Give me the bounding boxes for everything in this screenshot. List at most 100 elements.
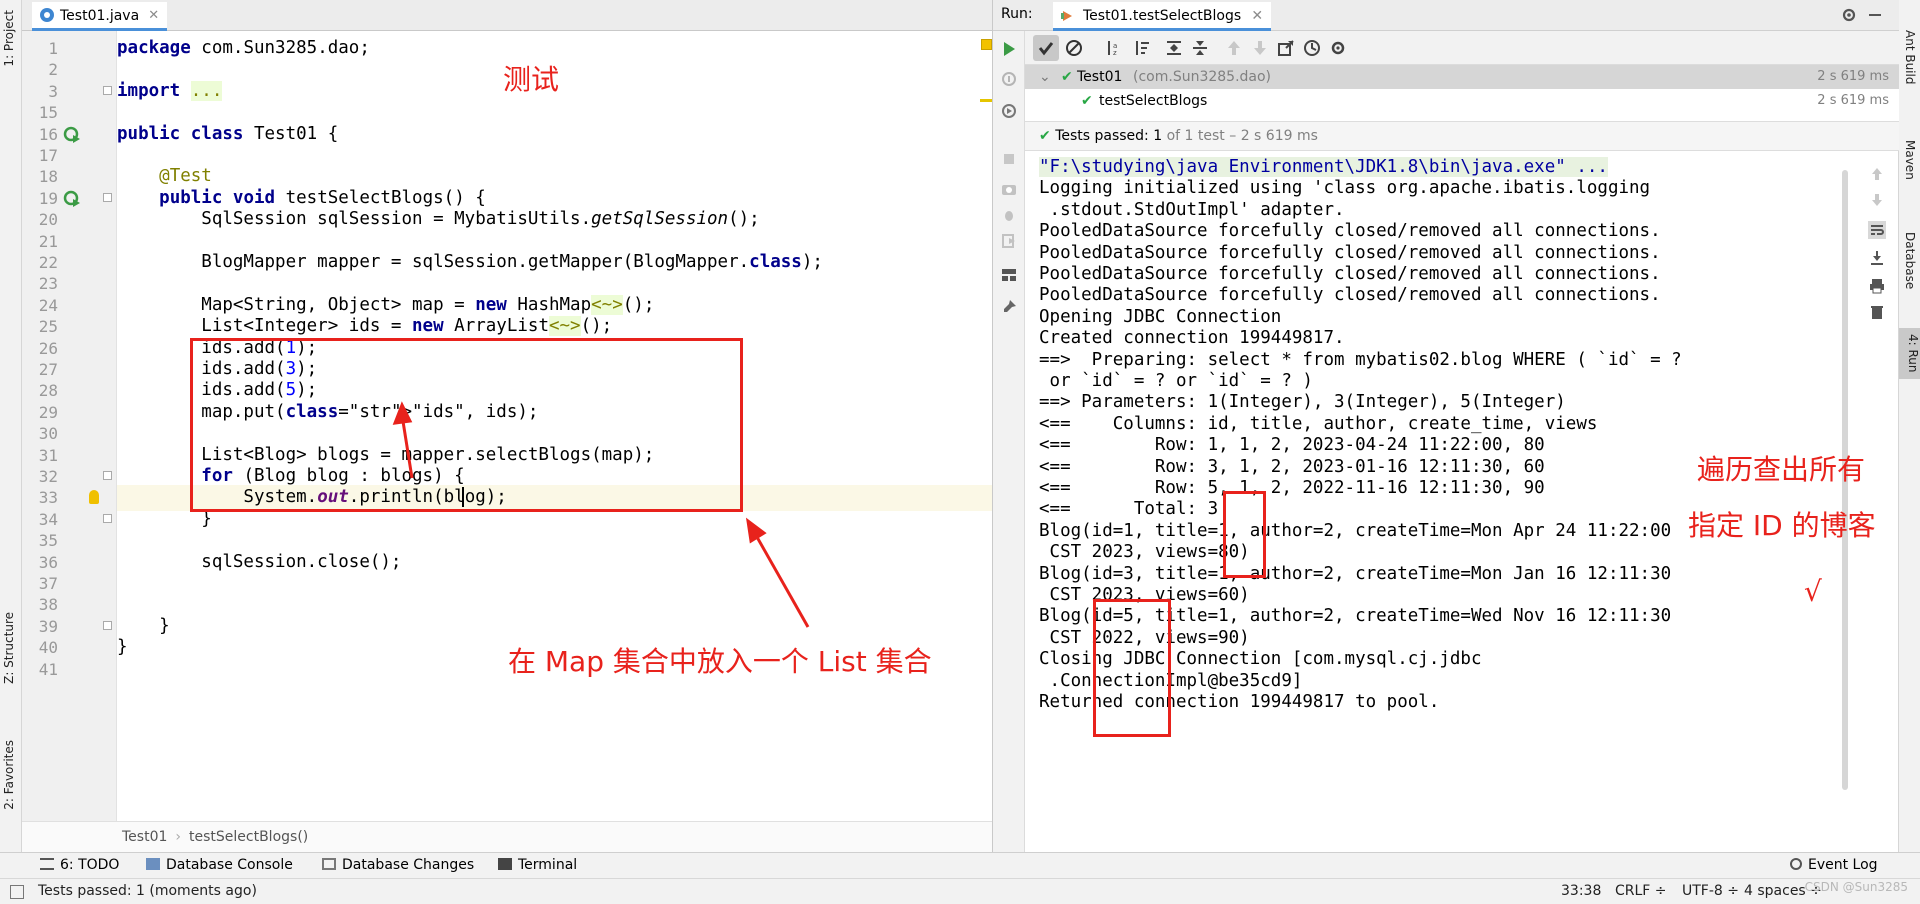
- line-number[interactable]: 28: [22, 381, 58, 400]
- export-icon[interactable]: [1277, 39, 1295, 57]
- fold-marker-icon[interactable]: [103, 85, 112, 95]
- console-line[interactable]: PooledDataSource forcefully closed/remov…: [1039, 285, 1661, 305]
- toggle-auto-test-icon[interactable]: [1001, 103, 1017, 119]
- line-number[interactable]: 24: [22, 296, 58, 315]
- line-number[interactable]: 27: [22, 360, 58, 379]
- event-log-tool-tab[interactable]: Event Log: [1790, 857, 1878, 873]
- line-number[interactable]: 19: [22, 189, 58, 208]
- console-line[interactable]: <== Row: 1, 1, 2, 2023-04-24 11:22:00, 8…: [1039, 435, 1545, 455]
- console-line[interactable]: Created connection 199449817.: [1039, 328, 1345, 348]
- fold-marker-icon[interactable]: [103, 620, 112, 630]
- console-line[interactable]: Blog(id=1, title=1, author=2, createTime…: [1039, 521, 1671, 541]
- fold-marker-icon[interactable]: [103, 471, 112, 480]
- line-number[interactable]: 16: [22, 125, 58, 144]
- previous-failed-icon[interactable]: [1225, 39, 1243, 57]
- ant-build-tool-tab[interactable]: Ant Build: [1903, 30, 1917, 84]
- console-line[interactable]: Opening JDBC Connection: [1039, 307, 1281, 327]
- database-tool-tab[interactable]: Database: [1903, 232, 1917, 289]
- line-number[interactable]: 35: [22, 531, 58, 550]
- close-icon[interactable]: ✕: [1251, 2, 1263, 30]
- collapse-all-icon[interactable]: [1191, 39, 1209, 57]
- console-line[interactable]: <== Total: 3: [1039, 499, 1218, 519]
- line-number[interactable]: 2: [22, 60, 58, 79]
- line-number[interactable]: 41: [22, 660, 58, 679]
- arrow-up-icon[interactable]: [1868, 165, 1886, 183]
- camera-icon[interactable]: [1001, 181, 1017, 197]
- sort-duration-icon[interactable]: [1133, 39, 1151, 57]
- status-message[interactable]: Tests passed: 1 (moments ago): [38, 883, 257, 899]
- console-line[interactable]: ==> Parameters: 1(Integer), 3(Integer), …: [1039, 392, 1566, 412]
- code-line[interactable]: public class Test01 {: [117, 124, 338, 144]
- bug-icon[interactable]: [1001, 207, 1017, 223]
- scroll-to-end-icon[interactable]: [1868, 249, 1886, 267]
- console-line[interactable]: CST 2023, views=80): [1039, 542, 1250, 562]
- fold-marker-icon[interactable]: [103, 513, 112, 523]
- file-encoding[interactable]: UTF-8 ÷: [1682, 883, 1739, 899]
- editor-scrollbar[interactable]: [980, 31, 992, 821]
- console-line[interactable]: <== Row: 3, 1, 2, 2023-01-16 12:11:30, 6…: [1039, 457, 1545, 477]
- breadcrumb-method[interactable]: testSelectBlogs(): [189, 829, 308, 845]
- layout-toggle-icon[interactable]: [10, 885, 24, 899]
- todo-tool-tab[interactable]: 6: TODO: [40, 857, 119, 873]
- print-icon[interactable]: [1868, 277, 1886, 295]
- line-number[interactable]: 25: [22, 317, 58, 336]
- line-number[interactable]: 33: [22, 488, 58, 507]
- console-line[interactable]: Logging initialized using 'class org.apa…: [1039, 178, 1650, 198]
- gear-icon[interactable]: [1841, 7, 1857, 23]
- close-icon[interactable]: ✕: [148, 2, 159, 30]
- warning-marker-icon[interactable]: [981, 39, 992, 50]
- exit-icon[interactable]: [1001, 233, 1017, 249]
- terminal-tool-tab[interactable]: Terminal: [498, 857, 577, 873]
- test-class-row[interactable]: ⌄ ✔ Test01 (com.Sun3285.dao) 2 s 619 ms: [1025, 65, 1899, 89]
- breadcrumb-class[interactable]: Test01: [122, 829, 167, 845]
- db-changes-tool-tab[interactable]: Database Changes: [322, 857, 474, 873]
- chevron-down-icon[interactable]: ⌄: [1039, 65, 1051, 89]
- favorites-tool-tab[interactable]: 2: Favorites: [2, 740, 16, 810]
- line-number[interactable]: 3: [22, 82, 58, 101]
- console-line[interactable]: PooledDataSource forcefully closed/remov…: [1039, 221, 1661, 241]
- run-test-gutter-icon[interactable]: [63, 126, 81, 144]
- sort-alpha-icon[interactable]: az: [1105, 39, 1123, 57]
- trash-icon[interactable]: [1868, 303, 1886, 321]
- project-tool-tab[interactable]: 1: Project: [2, 10, 16, 67]
- line-number[interactable]: 40: [22, 638, 58, 657]
- layout-icon[interactable]: [1001, 267, 1017, 283]
- settings-icon[interactable]: [1329, 39, 1347, 57]
- show-passed-icon[interactable]: [1033, 35, 1059, 61]
- code-line[interactable]: package com.Sun3285.dao;: [117, 38, 370, 58]
- line-number[interactable]: 26: [22, 339, 58, 358]
- code-line[interactable]: sqlSession.close();: [117, 552, 401, 572]
- console-command-line[interactable]: "F:\studying\java Environment\JDK1.8\bin…: [1039, 157, 1608, 177]
- code-line[interactable]: }: [117, 637, 128, 657]
- line-number[interactable]: 30: [22, 424, 58, 443]
- next-failed-icon[interactable]: [1251, 39, 1269, 57]
- history-icon[interactable]: [1303, 39, 1321, 57]
- line-number[interactable]: 18: [22, 167, 58, 186]
- run-config-tab[interactable]: Test01.testSelectBlogs ✕: [1053, 2, 1272, 31]
- line-number[interactable]: 29: [22, 403, 58, 422]
- run-test-gutter-icon[interactable]: [63, 190, 81, 208]
- console-line[interactable]: <== Columns: id, title, author, create_t…: [1039, 414, 1597, 434]
- line-number[interactable]: 1: [22, 39, 58, 58]
- line-number[interactable]: 37: [22, 574, 58, 593]
- line-number[interactable]: 32: [22, 467, 58, 486]
- code-line[interactable]: public void testSelectBlogs() {: [117, 188, 486, 208]
- code-line[interactable]: BlogMapper mapper = sqlSession.getMapper…: [117, 252, 823, 272]
- line-number[interactable]: 23: [22, 274, 58, 293]
- line-number[interactable]: 36: [22, 553, 58, 572]
- caret-position[interactable]: 33:38: [1561, 883, 1601, 899]
- line-number[interactable]: 21: [22, 232, 58, 251]
- code-line[interactable]: import ...: [117, 80, 223, 101]
- line-number[interactable]: 31: [22, 446, 58, 465]
- line-separator[interactable]: CRLF ÷: [1615, 883, 1667, 899]
- line-number[interactable]: 38: [22, 595, 58, 614]
- error-stripe-mark[interactable]: [980, 99, 992, 102]
- console-line[interactable]: ==> Preparing: select * from mybatis02.b…: [1039, 350, 1682, 370]
- code-line[interactable]: SqlSession sqlSession = MybatisUtils.get…: [117, 209, 759, 229]
- code-line[interactable]: Map<String, Object> map = new HashMap<~>…: [117, 294, 654, 315]
- console-line[interactable]: PooledDataSource forcefully closed/remov…: [1039, 264, 1661, 284]
- bulb-icon[interactable]: [89, 490, 99, 505]
- file-tab-test01[interactable]: Test01.java ✕: [32, 2, 168, 31]
- console-line[interactable]: .stdout.StdOutImpl' adapter.: [1039, 200, 1345, 220]
- line-number[interactable]: 39: [22, 617, 58, 636]
